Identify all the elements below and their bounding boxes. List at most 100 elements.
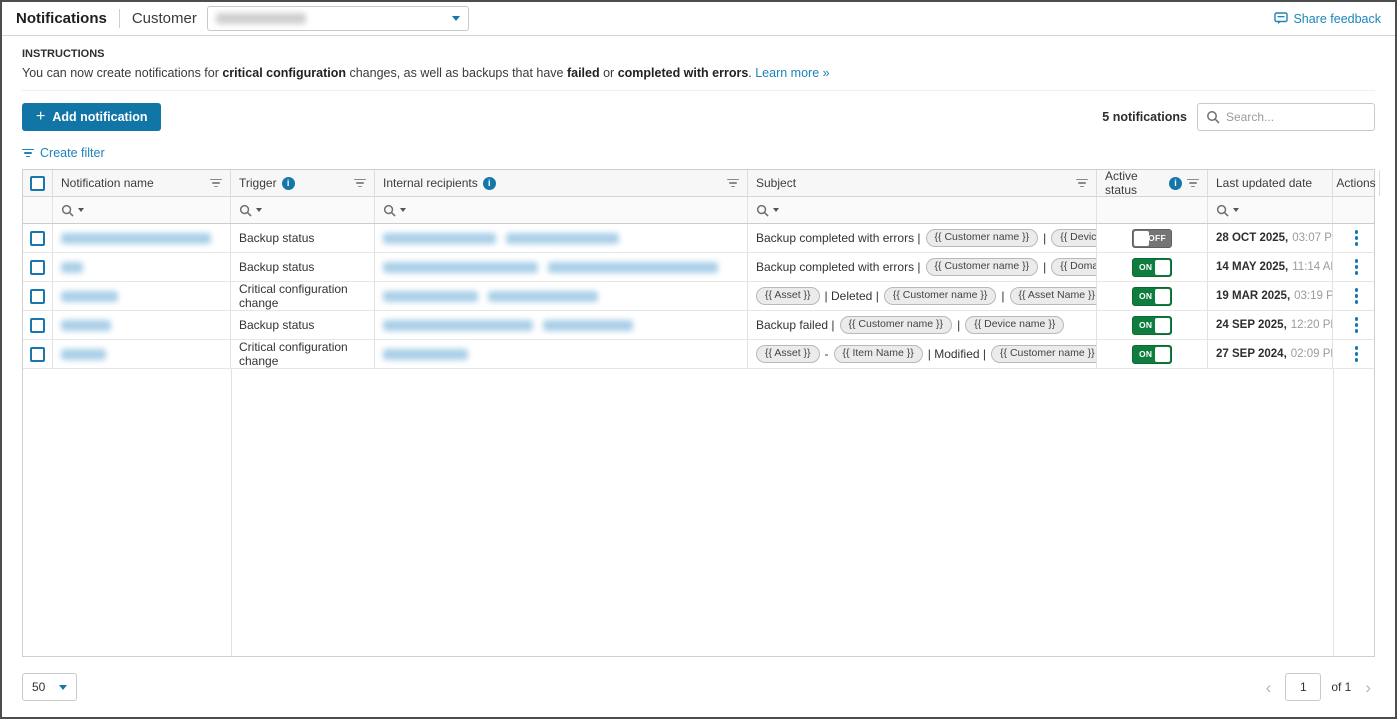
row-actions-menu-button[interactable] — [1349, 342, 1365, 366]
notification-name-link-redacted[interactable] — [61, 349, 106, 360]
internal-recipients-cell — [375, 340, 748, 368]
row-actions-menu-button[interactable] — [1349, 255, 1365, 279]
recipient-link-redacted[interactable] — [383, 291, 478, 302]
search-icon — [1206, 110, 1220, 124]
pager: ‹ of 1 › — [1262, 673, 1375, 701]
subject-cell: Backup failed |{{ Customer name }}|{{ De… — [748, 311, 1097, 339]
recipient-link-redacted[interactable] — [488, 291, 598, 302]
search-icon — [1216, 204, 1229, 217]
toolbar: + Add notification 5 notifications — [22, 103, 1375, 131]
recipient-link-redacted[interactable] — [548, 262, 718, 273]
recipient-link-redacted[interactable] — [506, 233, 619, 244]
last-updated-cell: 28 OCT 2025,03:07 PM — [1208, 224, 1333, 252]
column-filter-icon[interactable] — [727, 179, 739, 188]
table-row: Backup statusBackup completed with error… — [23, 224, 1374, 253]
add-notification-button[interactable]: + Add notification — [22, 103, 161, 131]
column-header-label: Notification name — [61, 176, 154, 190]
last-updated-time: 02:09 PM — [1291, 348, 1333, 360]
row-actions-cell — [1333, 224, 1380, 252]
column-filter-icon[interactable] — [1076, 179, 1088, 188]
customer-dropdown[interactable] — [207, 6, 469, 31]
top-bar: Notifications Customer Share feedback — [2, 2, 1395, 36]
recipient-link-redacted[interactable] — [383, 320, 533, 331]
row-actions-menu-button[interactable] — [1349, 226, 1365, 250]
column-search-cell[interactable] — [53, 197, 231, 223]
column-filter-icon[interactable] — [210, 179, 222, 188]
table-row: Backup status Backup completed with error… — [23, 253, 1374, 282]
search-icon — [756, 204, 769, 217]
next-page-button[interactable]: › — [1361, 679, 1375, 696]
notification-name-link-redacted[interactable] — [61, 233, 211, 244]
notification-name-link-redacted[interactable] — [61, 262, 83, 273]
recipient-link-redacted[interactable] — [383, 349, 468, 360]
active-status-toggle[interactable]: OFF — [1132, 229, 1172, 248]
page-size-dropdown[interactable]: 50 — [22, 673, 77, 701]
column-filter-icon[interactable] — [354, 179, 366, 188]
select-all-checkbox[interactable] — [30, 176, 45, 191]
kebab-icon — [1355, 288, 1359, 292]
notification-name-link-redacted[interactable] — [61, 320, 111, 331]
active-status-toggle[interactable]: ON — [1132, 316, 1172, 335]
create-filter-link[interactable]: Create filter — [22, 146, 105, 160]
learn-more-link[interactable]: Learn more » — [755, 66, 829, 80]
last-updated-date: 28 OCT 2025, — [1216, 232, 1288, 244]
info-icon: i — [483, 177, 496, 190]
toggle-knob — [1155, 289, 1170, 304]
subject-cell: {{ Asset }}-{{ Item Name }}| Modified |{… — [748, 340, 1097, 368]
chevron-down-icon — [1233, 208, 1239, 212]
chevron-down-icon — [400, 208, 406, 212]
column-header-label: Actions — [1336, 176, 1375, 190]
subject-variable-pill: {{ Device name }} — [965, 316, 1064, 335]
column-filter-icon[interactable] — [1187, 179, 1199, 188]
column-search-cell[interactable] — [748, 197, 1097, 223]
active-status-toggle[interactable]: ON — [1132, 345, 1172, 364]
share-feedback-label: Share feedback — [1293, 12, 1381, 26]
recipient-link-redacted[interactable] — [543, 320, 633, 331]
subject-variable-pill: {{ Customer name }} — [991, 345, 1097, 364]
page-number-input[interactable] — [1285, 673, 1321, 701]
column-search-cell[interactable] — [1208, 197, 1333, 223]
toggle-knob — [1134, 231, 1149, 246]
notification-count: 5 notifications — [1102, 110, 1187, 124]
search-input[interactable] — [1226, 110, 1366, 124]
notification-name-cell — [53, 282, 231, 310]
column-header-label: Trigger — [239, 176, 277, 190]
row-actions-menu-button[interactable] — [1349, 284, 1365, 308]
active-status-toggle[interactable]: ON — [1132, 287, 1172, 306]
subject-text: Backup failed | — [756, 318, 835, 332]
column-search-cell[interactable] — [231, 197, 375, 223]
notifications-table: Notification name Trigger i Internal recipi… — [22, 169, 1375, 657]
table-search — [1197, 103, 1375, 131]
row-checkbox[interactable] — [30, 318, 45, 333]
row-checkbox[interactable] — [30, 231, 45, 246]
trigger-cell: Critical configuration change — [231, 282, 375, 310]
column-divider — [231, 369, 232, 656]
share-feedback-link[interactable]: Share feedback — [1274, 12, 1381, 26]
instructions-text: or — [600, 66, 618, 80]
subject-text: | — [957, 318, 960, 332]
prev-page-button[interactable]: ‹ — [1262, 679, 1276, 696]
kebab-icon — [1355, 346, 1359, 350]
toggle-knob — [1155, 260, 1170, 275]
recipient-link-redacted[interactable] — [383, 262, 538, 273]
row-checkbox[interactable] — [30, 347, 45, 362]
row-checkbox[interactable] — [30, 260, 45, 275]
notification-name-link-redacted[interactable] — [61, 291, 118, 302]
subject-cell: Backup completed with errors |{{ Custome… — [748, 253, 1097, 281]
recipient-link-redacted[interactable] — [383, 233, 496, 244]
row-checkbox[interactable] — [30, 289, 45, 304]
subject-text: Backup completed with errors | — [756, 231, 921, 245]
row-actions-cell — [1333, 311, 1380, 339]
row-select-cell — [23, 224, 53, 252]
trigger-value: Backup status — [239, 260, 314, 274]
active-status-toggle[interactable]: ON — [1132, 258, 1172, 277]
column-search-cell[interactable] — [375, 197, 748, 223]
plus-icon: + — [36, 109, 45, 125]
subject-text: | — [1001, 289, 1004, 303]
column-header-label: Internal recipients — [383, 176, 478, 190]
main-content: INSTRUCTIONS You can now create notifica… — [2, 36, 1395, 657]
row-actions-menu-button[interactable] — [1349, 313, 1365, 337]
instructions-text: changes, as well as backups that have — [346, 66, 567, 80]
chevron-down-icon — [773, 208, 779, 212]
trigger-cell: Critical configuration change — [231, 340, 375, 368]
